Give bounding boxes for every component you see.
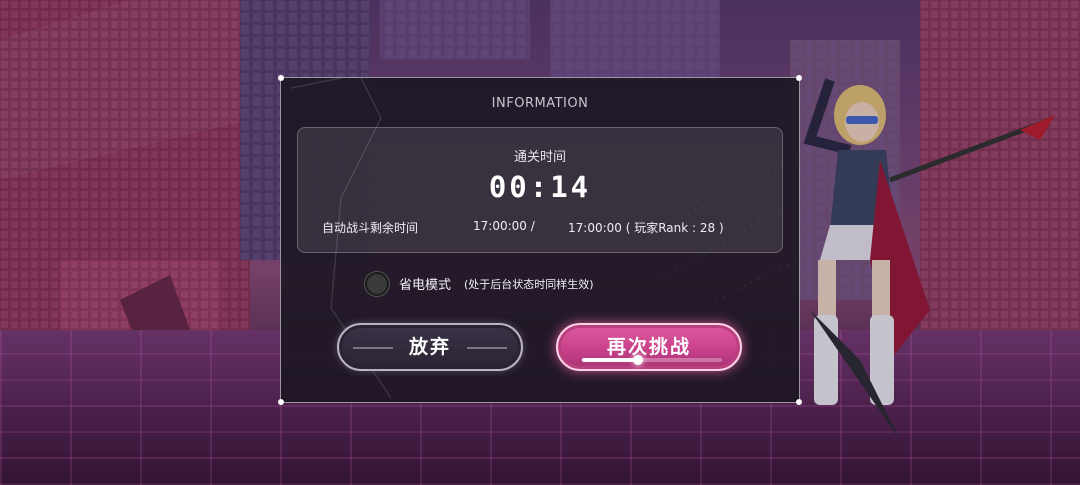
- power-save-label: 省电模式: [399, 278, 452, 293]
- retry-label: 再次挑战: [606, 335, 691, 358]
- give-up-label: 放弃: [408, 335, 451, 358]
- auto-battle-total-value: 17:00:00 ( 玩家Rank : 28 ): [568, 221, 724, 235]
- button-line-decoration: [353, 347, 393, 349]
- retry-progress-bar: [582, 355, 722, 365]
- retry-button[interactable]: 再次挑战: [556, 323, 742, 371]
- button-line-decoration: [467, 347, 507, 349]
- clear-time-label: 通关时间: [513, 150, 566, 165]
- clear-time-value: 00:14: [488, 170, 592, 204]
- dialog-corner-decoration: [796, 75, 802, 81]
- information-dialog: INFORMATION 通关时间 00:14 自动战斗剩余时间 17:00:00…: [278, 75, 802, 405]
- retry-progress-fill: [582, 358, 638, 362]
- clear-info-panel: 通关时间 00:14 自动战斗剩余时间 17:00:00 / 17:00:00 …: [297, 127, 783, 253]
- dialog-corner-decoration: [796, 399, 802, 405]
- give-up-button[interactable]: 放弃: [337, 323, 523, 371]
- power-save-note: (处于后台状态时同样生效): [464, 278, 594, 291]
- dialog-corner-decoration: [278, 75, 284, 81]
- dialog-corner-decoration: [278, 399, 284, 405]
- auto-battle-remaining-value: 17:00:00 /: [473, 219, 535, 233]
- dialog-title: INFORMATION: [491, 96, 589, 111]
- radio-unchecked-icon[interactable]: [365, 272, 389, 296]
- retry-progress-knob: [633, 355, 643, 365]
- auto-battle-time-label: 自动战斗剩余时间: [322, 221, 419, 235]
